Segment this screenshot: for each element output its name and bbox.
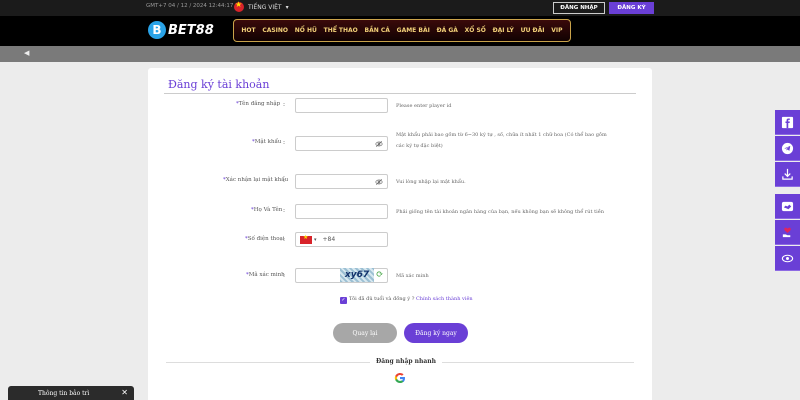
captcha-label: *Mã xác minh [246, 272, 285, 278]
colon: : [283, 207, 286, 214]
username-label: *Tên đăng nhập [236, 101, 281, 107]
question-icon: ? [411, 296, 415, 302]
captcha-image: xy67 [340, 268, 374, 282]
language-selector[interactable]: TIẾNG VIỆT ▾ [234, 0, 289, 12]
announcement-strip: ◀ [0, 46, 800, 62]
logo-text: BET88 [168, 22, 214, 38]
username-hint: Please enter player id [396, 103, 452, 109]
phone-prefix: +84 [322, 236, 336, 243]
captcha-hint: Mã xác minh [396, 273, 429, 279]
nav-no-hu[interactable]: NỔ HŨ [295, 27, 317, 34]
nav-the-thao[interactable]: THỂ THAO [324, 27, 358, 34]
password-hint: Mật khẩu phải bao gồm từ 6~30 ký tự , số… [396, 132, 607, 149]
form-title: Đăng ký tài khoản [168, 78, 270, 91]
colon: : [283, 236, 286, 243]
telegram-icon [781, 142, 794, 154]
nav-hot[interactable]: HOT [241, 27, 255, 34]
fullname-hint: Phải giống tên tài khoản ngân hàng của b… [396, 209, 604, 215]
facebook-button[interactable] [775, 110, 800, 135]
divider [164, 93, 636, 94]
maintenance-notice[interactable]: Thông tin bảo trì ✕ [8, 386, 134, 400]
chevron-down-icon[interactable]: ▾ [314, 237, 317, 243]
close-icon[interactable]: ✕ [121, 388, 128, 398]
notice-label: Thông tin bảo trì [38, 389, 90, 397]
back-button[interactable]: Quay lại [333, 323, 397, 343]
nav-game-bai[interactable]: GAME BÀI [397, 27, 430, 34]
nav-da-ga[interactable]: ĐÁ GÀ [437, 27, 458, 34]
quick-login-label: Đăng nhập nhanh [370, 358, 443, 365]
username-input[interactable] [295, 98, 388, 113]
vietnam-flag-icon [234, 0, 244, 12]
logo[interactable]: B BET88 [148, 21, 214, 39]
colon: : [283, 177, 286, 184]
charity-button[interactable] [775, 220, 800, 245]
fullname-label: *Họ Và Tên [251, 207, 283, 213]
eye-off-icon[interactable] [375, 178, 383, 186]
download-button[interactable] [775, 162, 800, 187]
nav-vip[interactable]: VIP [551, 27, 562, 34]
nav-dai-ly[interactable]: ĐẠI LÝ [493, 27, 514, 34]
partner-button[interactable] [775, 194, 800, 219]
nav-casino[interactable]: CASINO [262, 27, 288, 34]
phone-label: *Số điện thoại [245, 236, 285, 242]
header: B BET88 HOT CASINO NỔ HŨ THỂ THAO BẮN CÁ… [0, 16, 800, 46]
telegram-button[interactable] [775, 136, 800, 161]
policy-link[interactable]: Chính sách thành viên [416, 296, 473, 302]
server-time: GMT+7 04 / 12 / 2024 12:44:17 [146, 3, 234, 9]
facebook-icon [781, 116, 794, 128]
language-label: TIẾNG VIỆT [248, 3, 282, 11]
vietnam-flag-icon [300, 234, 312, 244]
eye-off-icon[interactable] [375, 140, 383, 148]
confirm-password-input[interactable] [295, 174, 388, 189]
confirm-password-label: *Xác nhận lại mật khẩu [223, 177, 289, 183]
colon: : [283, 272, 286, 279]
view-button[interactable] [775, 246, 800, 271]
google-icon[interactable] [394, 372, 406, 384]
agree-text: Tôi đã đủ tuổi và đồng ý ? Chính sách th… [349, 296, 473, 302]
login-button[interactable]: ĐĂNG NHẬP [553, 2, 605, 14]
phone-input[interactable]: ▾ +84 [295, 232, 388, 247]
top-bar: GMT+7 04 / 12 / 2024 12:44:17 TIẾNG VIỆT… [0, 0, 800, 16]
nav-uu-dai[interactable]: ƯU ĐÃI [521, 27, 545, 34]
main-nav: HOT CASINO NỔ HŨ THỂ THAO BẮN CÁ GAME BÀ… [233, 19, 571, 42]
password-label: *Mật khẩu [252, 139, 282, 145]
submit-button[interactable]: Đăng ký ngay [404, 323, 468, 343]
nav-ban-ca[interactable]: BẮN CÁ [365, 27, 390, 34]
chevron-down-icon: ▾ [285, 3, 289, 11]
logo-mark: B [148, 21, 166, 39]
download-icon [782, 168, 793, 180]
password-input[interactable] [295, 136, 388, 151]
colon: : [283, 101, 286, 108]
handshake-icon [781, 201, 794, 211]
nav-xo-so[interactable]: XỔ SỐ [465, 27, 486, 34]
register-card: Đăng ký tài khoản [148, 68, 652, 400]
confirm-password-hint: Vui lòng nhập lại mật khẩu. [396, 179, 466, 185]
speaker-icon: ◀ [24, 49, 30, 57]
eye-icon [781, 254, 794, 262]
fullname-input[interactable] [295, 204, 388, 219]
refresh-icon[interactable]: ⟳ [376, 270, 386, 280]
colon: : [283, 139, 286, 146]
register-button[interactable]: ĐĂNG KÝ [609, 2, 654, 14]
agree-checkbox[interactable]: ✓ [340, 297, 347, 304]
heart-hand-icon [782, 227, 791, 237]
